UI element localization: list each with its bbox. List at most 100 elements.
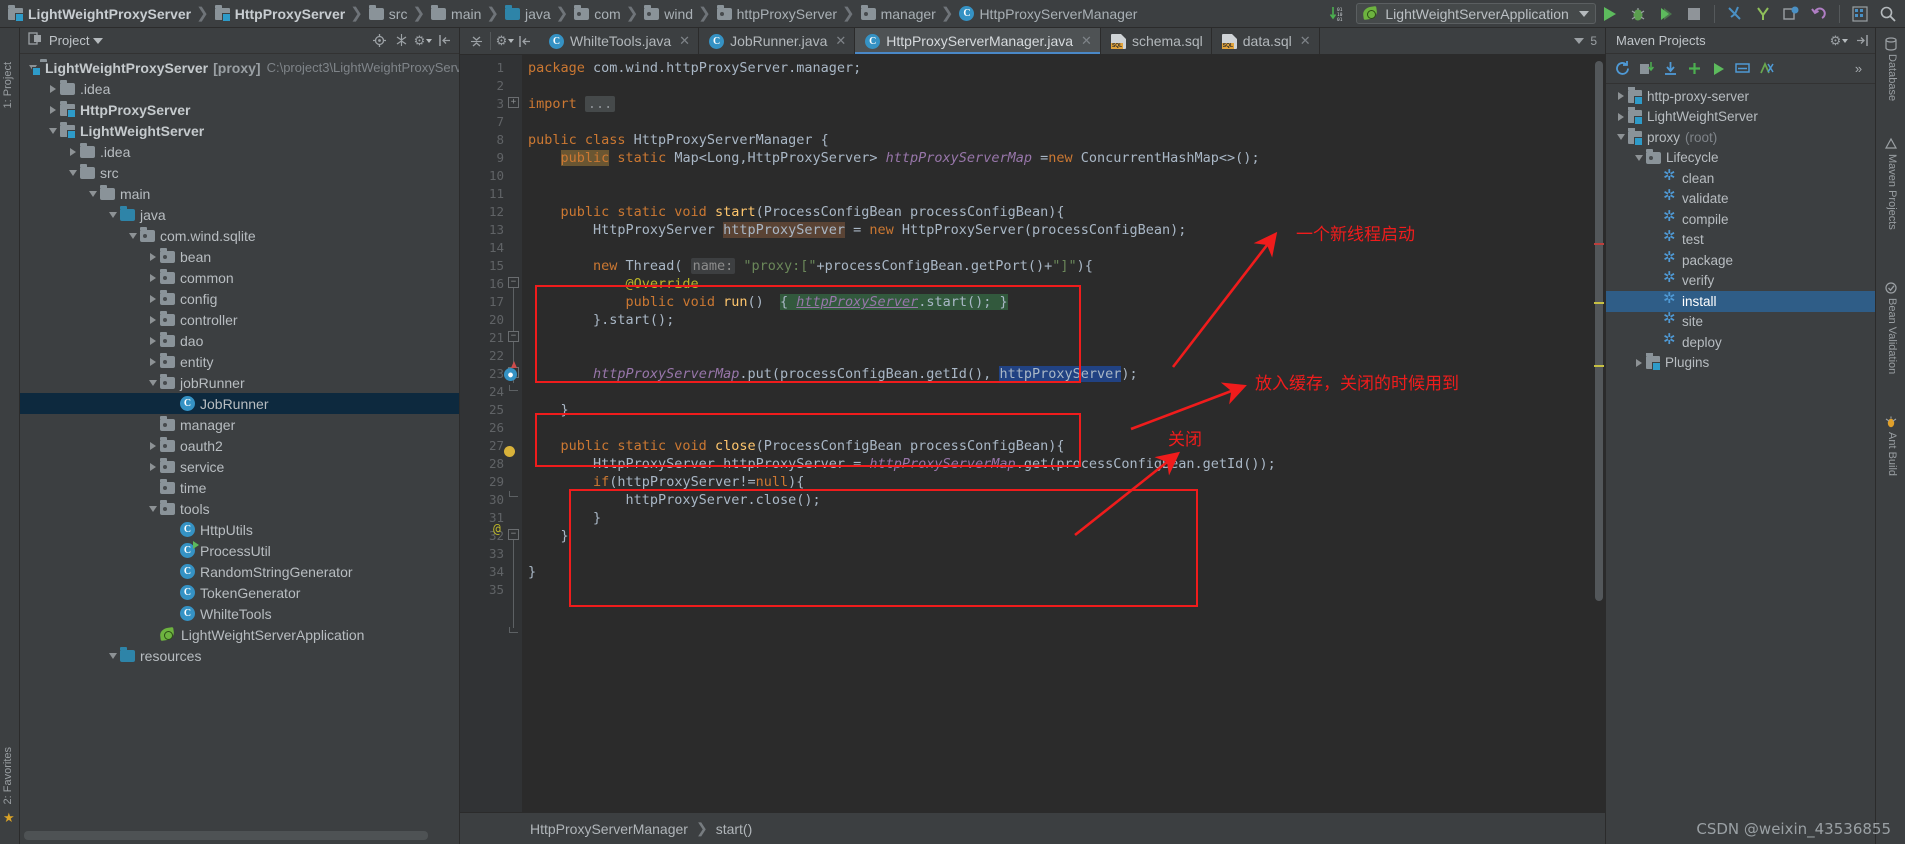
tree-item-whiltetools[interactable]: C WhilteTools [20,603,459,624]
tree-toggle-expanded[interactable] [126,232,140,239]
warning-stripe-marker[interactable] [1594,365,1604,367]
fold-marker-imports[interactable]: + [508,97,519,108]
editor-tab-whiltetools-java[interactable]: C WhilteTools.java ✕ [539,28,700,54]
run-with-coverage-icon[interactable] [1653,1,1679,27]
tree-toggle-collapsed[interactable] [146,294,160,303]
database-sync-icon[interactable] [1778,1,1804,27]
rail-favorites-label[interactable]: 2: Favorites [2,747,14,804]
tree-item--idea[interactable]: .idea [20,78,459,99]
close-icon[interactable]: ✕ [679,33,690,49]
hide-panel-icon[interactable] [515,31,535,51]
maven-item-lifecycle[interactable]: Lifecycle [1606,148,1875,169]
tree-item-dao[interactable]: dao [20,330,459,351]
project-file-tree[interactable]: LightWeightProxyServer [proxy] C:\project3… [20,55,459,826]
breadcrumb-item-src[interactable]: src [365,0,410,28]
close-icon[interactable]: ✕ [1081,33,1092,49]
tree-toggle-collapsed[interactable] [46,84,60,93]
tree-item-randomstringgenerator[interactable]: C RandomStringGenerator [20,561,459,582]
layout-icon[interactable] [1847,1,1873,27]
debug-icon[interactable] [1625,1,1651,27]
editor-scrollbar-thumb[interactable] [1595,61,1603,601]
more-options-icon[interactable]: » [1848,58,1869,79]
run-line-marker-icon[interactable]: ● [504,368,517,381]
rail-project-label[interactable]: 1: Project [2,62,14,108]
tree-item-httpproxyserver[interactable]: HttpProxyServer [20,99,459,120]
maven-item-validate[interactable]: validate [1606,187,1875,210]
chevron-down-icon[interactable] [93,37,104,44]
editor-tab-schema-sql[interactable]: schema.sql [1100,28,1212,54]
hide-panel-icon[interactable] [435,31,455,51]
breadcrumb-item-project[interactable]: LightWeightProxyServer [4,0,193,28]
ant-build-icon[interactable] [1883,414,1899,430]
tree-item-tokengenerator[interactable]: C TokenGenerator [20,582,459,603]
tree-toggle-expanded[interactable] [146,379,160,386]
maven-item-site[interactable]: site [1606,310,1875,333]
navigate-bytecode-icon[interactable]: 01 10 01 [1325,1,1351,27]
tree-toggle-collapsed[interactable] [146,441,160,450]
source-code[interactable]: 1 2 3 7 8 9 10 11 12 13 14 15 16 17 20 2… [460,55,1605,812]
tree-item-resources[interactable]: resources [20,645,459,666]
rail-maven-label[interactable]: Maven Projects [1886,154,1898,230]
expand-collapse-icon[interactable] [466,31,486,51]
maven-item-http-proxy-server[interactable]: http-proxy-server [1606,86,1875,107]
breadcrumb-item-wind[interactable]: wind [640,0,695,28]
maven-project-tree[interactable]: http-proxy-server LightWeightServer proxy(… [1606,86,1875,844]
tree-item-service[interactable]: service [20,456,459,477]
download-sources-icon[interactable] [1660,58,1681,79]
maven-item-compile[interactable]: compile [1606,208,1875,230]
tree-toggle-expanded[interactable] [86,190,100,197]
tree-item-lightweightserver[interactable]: LightWeightServer [20,120,459,141]
tree-toggle-collapsed[interactable] [146,336,160,345]
tree-toggle-collapsed[interactable] [146,357,160,366]
add-maven-project-icon[interactable] [1684,58,1705,79]
tree-toggle-expanded[interactable] [46,127,60,134]
maven-item-clean[interactable]: clean [1606,167,1875,189]
breadcrumb-item-httpproxyserver[interactable]: httpProxyServer [713,0,839,28]
tree-toggle-expanded[interactable] [146,505,160,512]
tree-toggle-expanded[interactable] [66,169,80,176]
reimport-icon[interactable] [1612,58,1633,79]
code-editor[interactable]: 1 2 3 7 8 9 10 11 12 13 14 15 16 17 20 2… [460,55,1605,812]
breadcrumb-class[interactable]: HttpProxyServerManager [530,821,688,837]
project-horizontal-scrollbar[interactable] [24,831,428,840]
update-icon[interactable] [1750,1,1776,27]
revert-icon[interactable] [1806,1,1832,27]
tree-toggle-expanded[interactable] [1632,154,1646,161]
settings-gear-icon[interactable]: ⚙ [495,31,515,51]
run-icon[interactable] [1597,1,1623,27]
tree-item-manager[interactable]: manager [20,414,459,435]
tree-toggle-expanded[interactable] [106,211,120,218]
bean-validation-icon[interactable] [1883,280,1899,296]
breadcrumb-item-main[interactable]: main [427,0,483,28]
rail-ant-build-label[interactable]: Ant Build [1886,432,1898,476]
tree-item-lightweightproxyserver[interactable]: LightWeightProxyServer [proxy] C:\project3… [20,57,459,78]
database-icon[interactable] [1883,36,1899,52]
breadcrumb-method[interactable]: start() [716,821,753,837]
generate-sources-icon[interactable] [1636,58,1657,79]
breadcrumb-item-manager[interactable]: manager [857,0,938,28]
tree-toggle-collapsed[interactable] [146,273,160,282]
breadcrumb-item-module[interactable]: HttpProxyServer [211,0,348,28]
tree-item-lightweightserverapplication[interactable]: LightWeightServerApplication [20,624,459,645]
editor-tab-httpproxyservermanager-java[interactable]: C HttpProxyServerManager.java ✕ [855,28,1101,54]
tree-toggle-collapsed[interactable] [146,252,160,261]
tree-item--idea[interactable]: .idea [20,141,459,162]
locate-icon[interactable] [369,31,389,51]
error-stripe-marker[interactable] [1594,243,1604,245]
close-icon[interactable]: ✕ [1300,33,1311,49]
tree-item-java[interactable]: java [20,204,459,225]
breadcrumb-item-class[interactable]: C HttpProxyServerManager [955,0,1139,28]
tree-item-controller[interactable]: controller [20,309,459,330]
tree-toggle-collapsed[interactable] [46,105,60,114]
tree-toggle-expanded[interactable] [106,652,120,659]
tree-item-config[interactable]: config [20,288,459,309]
tree-item-jobrunner[interactable]: C JobRunner [20,393,459,414]
run-configuration-selector[interactable]: LightWeightServerApplication [1356,3,1596,24]
search-everywhere-icon[interactable] [1875,1,1901,27]
editor-tab-jobrunner-java[interactable]: C JobRunner.java ✕ [699,28,856,54]
collapse-all-icon[interactable] [391,31,411,51]
hide-panel-icon[interactable] [1851,31,1871,51]
maven-item-plugins[interactable]: Plugins [1606,353,1875,374]
editor-tab-data-sql[interactable]: data.sql ✕ [1211,28,1320,54]
tree-toggle-collapsed[interactable] [146,462,160,471]
